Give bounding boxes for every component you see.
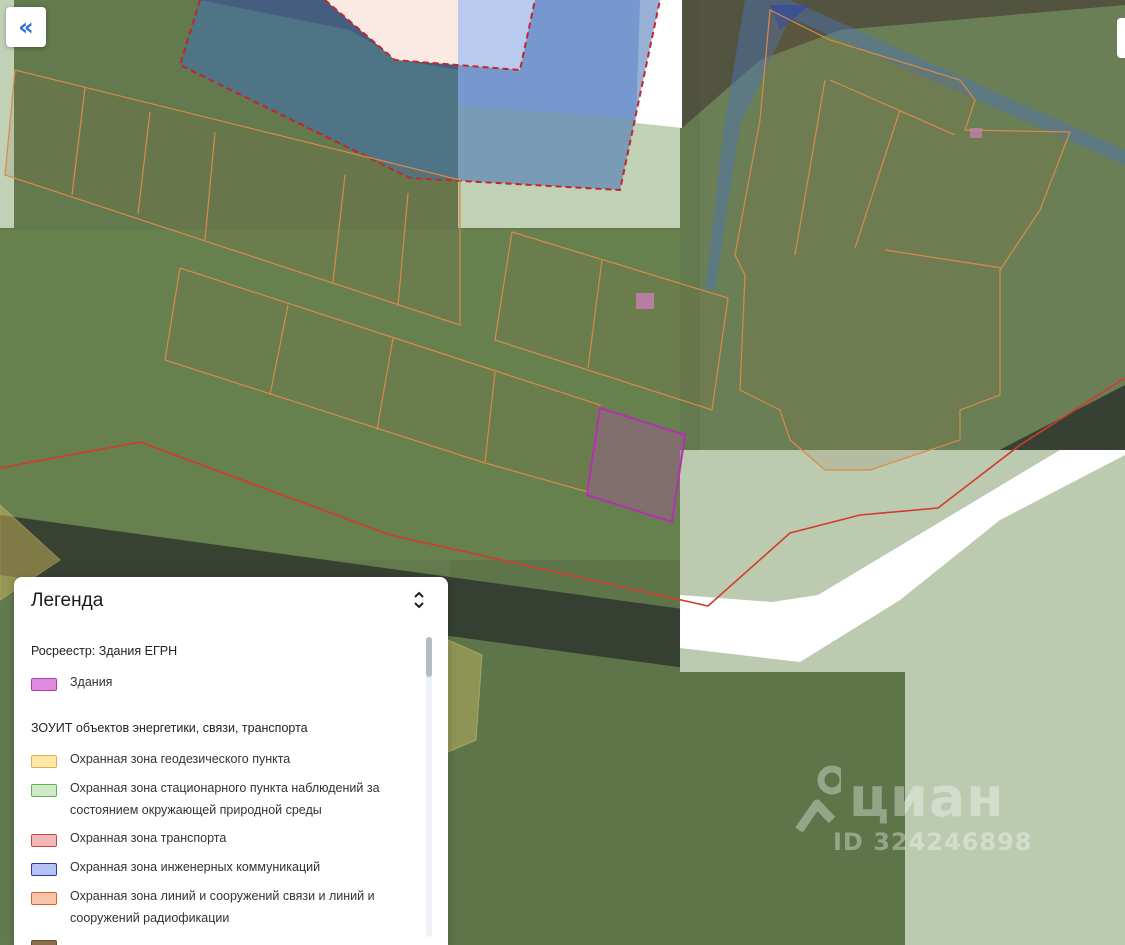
watermark-id: ID 324246898 [833,828,1033,856]
collapse-toggle-icon[interactable] [412,589,426,611]
legend-swatch [31,863,57,876]
pin-logo-icon [795,765,841,833]
watermark: циан ID 324246898 [795,760,1033,856]
watermark-brand: циан [849,765,1005,829]
legend-swatch [31,940,57,945]
legend-item: Здания [31,675,411,693]
double-chevron-left-icon: « [18,13,34,41]
legend-item [31,937,411,945]
legend-swatch [31,834,57,847]
legend-item: Охранная зона линий и сооружений связи и… [31,889,411,929]
legend-list[interactable]: Росреестр: Здания ЕГРН Здания ЗОУИТ объе… [14,632,426,945]
collapse-panel-button[interactable]: « [6,7,46,47]
legend-item: Охранная зона геодезического пункта [31,752,411,770]
legend-title: Легенда [31,590,104,611]
legend-swatch [31,784,57,797]
legend-scrollbar[interactable] [426,637,432,937]
legend-item-label: Здания [70,675,113,689]
legend-section-title: Росреестр: Здания ЕГРН [31,644,178,658]
watermark-logo: циан [795,760,1033,834]
building-small [970,128,982,138]
legend-scroll-thumb[interactable] [426,637,432,677]
legend-item: Охранная зона инженерных коммуникаций [31,860,411,878]
legend-item: Охранная зона транспорта [31,831,411,849]
legend-item-label: Охранная зона линий и сооружений связи и… [70,889,375,925]
legend-item-label: Охранная зона инженерных коммуникаций [70,860,321,874]
legend-item: Охранная зона стационарного пункта наблю… [31,781,411,821]
side-panel-handle[interactable] [1117,18,1125,58]
legend-panel: Легенда Росреестр: Здания ЕГРН Здания ЗО… [14,577,448,945]
legend-item-label: Охранная зона стационарного пункта наблю… [70,781,380,817]
legend-swatch [31,678,57,691]
legend-item-label: Охранная зона геодезического пункта [70,752,291,766]
legend-swatch [31,892,57,905]
legend-section-title: ЗОУИТ объектов энергетики, связи, трансп… [31,721,308,735]
legend-item-label: Охранная зона транспорта [70,831,227,845]
building-small [636,293,654,309]
legend-swatch [31,755,57,768]
